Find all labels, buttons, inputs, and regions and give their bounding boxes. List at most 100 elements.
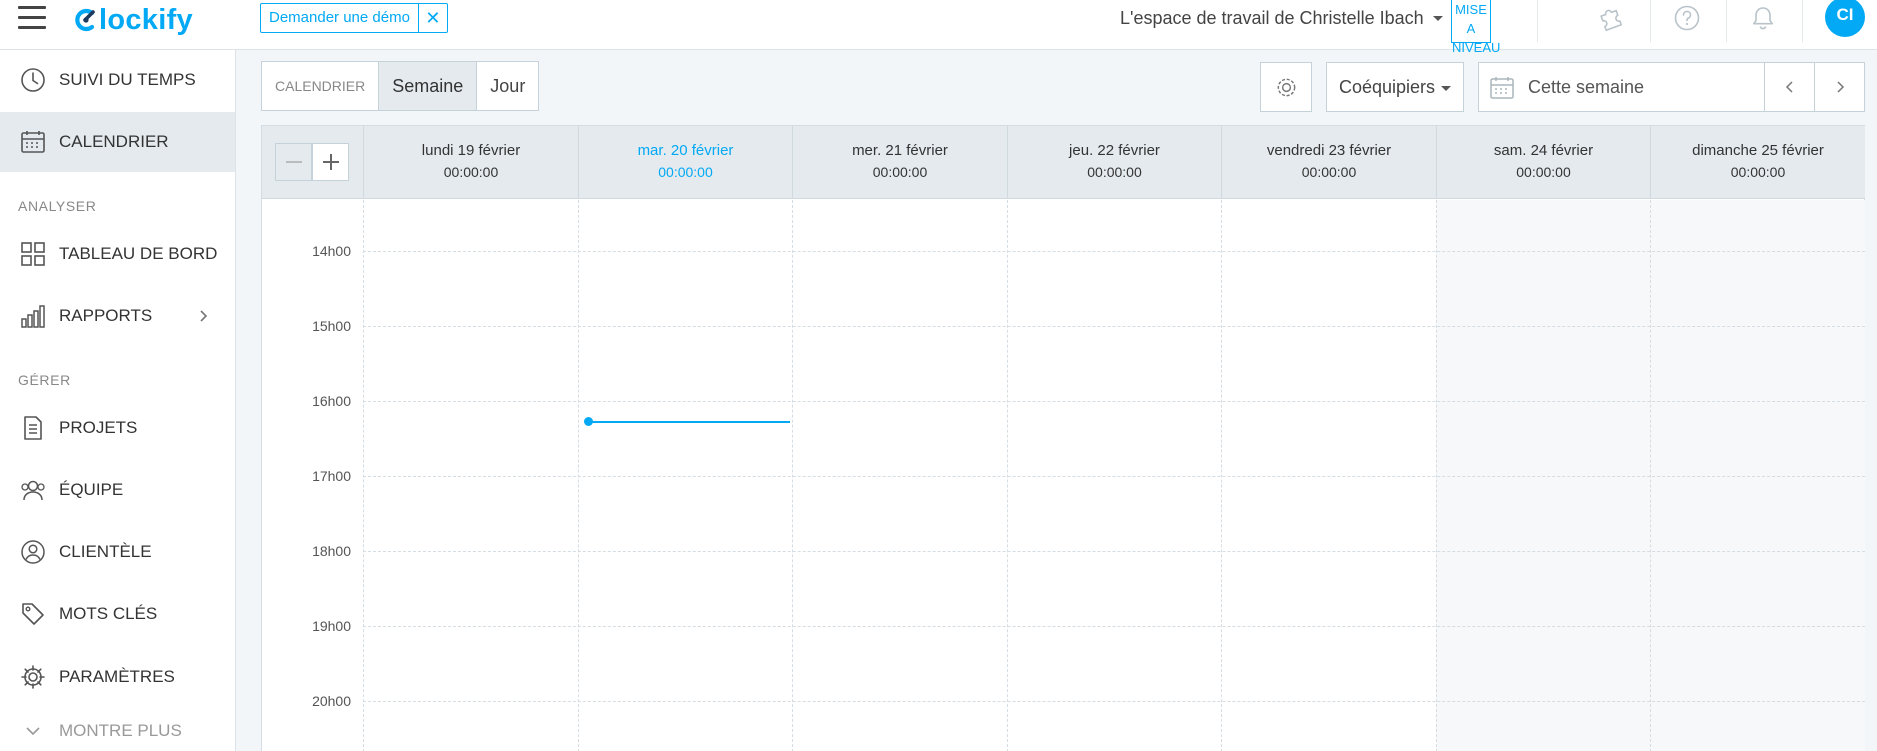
hour-gridline	[363, 401, 1865, 402]
day-name: lundi 19 février	[421, 142, 521, 159]
sidebar-item-label: RAPPORTS	[59, 306, 153, 325]
clock-icon	[21, 68, 45, 92]
upgrade-label-line2: NIVEAU	[1452, 40, 1501, 55]
day-total: 00:00:00	[1087, 164, 1142, 180]
teammates-dropdown[interactable]: Coéquipiers	[1326, 62, 1464, 112]
plus-icon	[323, 154, 339, 170]
section-label-manage: GÉRER	[18, 372, 71, 388]
sidebar: SUIVI DU TEMPS CALENDRIER ANALYSER TABLE…	[0, 50, 236, 751]
day-name: sam. 24 février	[1493, 142, 1594, 159]
upgrade-label-line1: MISE A	[1455, 2, 1487, 36]
help-icon[interactable]	[1673, 4, 1701, 32]
hour-gridline	[363, 251, 1865, 252]
zoom-controls	[275, 143, 349, 181]
logo-text: lockify	[99, 3, 193, 36]
view-week-tab[interactable]: Semaine	[379, 62, 478, 110]
hour-label: 18h00	[312, 543, 351, 559]
hour-gridline	[363, 476, 1865, 477]
zoom-out-button[interactable]	[275, 143, 312, 181]
view-calendar-tab[interactable]: CALENDRIER	[262, 62, 380, 110]
current-time-indicator	[588, 421, 790, 423]
day-name: vendredi 23 février	[1266, 142, 1392, 159]
day-header-friday: vendredi 23 février 00:00:00	[1221, 126, 1436, 199]
workspace-name: L'espace de travail de Christelle Ibach	[1120, 8, 1424, 28]
day-header-monday: lundi 19 février 00:00:00	[363, 126, 578, 199]
day-total: 00:00:00	[1301, 164, 1357, 180]
week-calendar: lundi 19 février 00:00:00 mar. 20 févrie…	[261, 125, 1865, 751]
hour-label: 17h00	[312, 468, 351, 484]
calendar-header: lundi 19 février 00:00:00 mar. 20 févrie…	[262, 126, 1865, 199]
demo-request-label: Demander une démo	[261, 4, 419, 32]
sidebar-item-clients[interactable]: CLIENTÈLE	[0, 522, 235, 582]
chevron-left-icon	[1785, 81, 1793, 93]
calendar-icon	[21, 131, 45, 153]
chevron-right-icon	[1837, 81, 1845, 93]
sidebar-item-calendar[interactable]: CALENDRIER	[0, 112, 235, 172]
day-total: 00:00:00	[1516, 164, 1571, 180]
sidebar-item-label: PARAMÈTRES	[59, 667, 175, 686]
view-day-tab[interactable]: Jour	[477, 62, 538, 110]
dashboard-icon	[21, 242, 45, 266]
previous-week-button[interactable]	[1764, 63, 1814, 111]
next-week-button[interactable]	[1814, 63, 1864, 111]
sidebar-item-label: MONTRE PLUS	[59, 721, 182, 740]
sidebar-item-label: PROJETS	[59, 418, 138, 437]
minus-icon	[286, 161, 302, 163]
hour-gridline	[363, 326, 1865, 327]
hour-label: 14h00	[312, 243, 351, 259]
section-label-analyze: ANALYSER	[18, 198, 97, 214]
sidebar-item-time-tracker[interactable]: SUIVI DU TEMPS	[0, 50, 235, 110]
calendar-icon	[1490, 77, 1514, 99]
day-name: jeu. 22 février	[1069, 142, 1160, 159]
document-icon	[24, 416, 42, 440]
view-switcher: CALENDRIER Semaine Jour	[261, 61, 540, 111]
day-total: 00:00:00	[443, 164, 499, 180]
day-header-tuesday: mar. 20 février 00:00:00	[578, 126, 792, 199]
team-icon	[21, 480, 45, 501]
puzzle-icon[interactable]	[1597, 4, 1625, 32]
hour-label: 15h00	[312, 318, 351, 334]
hamburger-menu-icon[interactable]	[18, 6, 48, 30]
sidebar-item-dashboard[interactable]: TABLEAU DE BORD	[0, 224, 235, 284]
day-header-sunday: dimanche 25 février 00:00:00	[1650, 126, 1865, 199]
sidebar-item-settings[interactable]: PARAMÈTRES	[0, 647, 235, 707]
caret-down-icon	[1432, 15, 1443, 21]
close-icon[interactable]: ✕	[419, 4, 447, 32]
sidebar-item-label: SUIVI DU TEMPS	[59, 70, 196, 89]
sidebar-item-label: ÉQUIPE	[59, 480, 124, 499]
chevron-right-icon	[200, 310, 208, 322]
gear-icon	[21, 665, 45, 689]
teammates-label: Coéquipiers	[1339, 77, 1436, 97]
hour-label: 19h00	[312, 618, 351, 634]
hour-label: 20h00	[312, 693, 351, 709]
sidebar-item-reports[interactable]: RAPPORTS	[0, 286, 235, 346]
sidebar-item-label: CLIENTÈLE	[59, 542, 152, 561]
sidebar-item-label: TABLEAU DE BORD	[59, 244, 218, 263]
day-header-wednesday: mer. 21 février 00:00:00	[792, 126, 1007, 199]
day-header-saturday: sam. 24 février 00:00:00	[1436, 126, 1650, 199]
workspace-selector[interactable]: L'espace de travail de Christelle Ibach	[1120, 3, 1443, 33]
upgrade-button[interactable]: MISE A NIVEAU	[1451, 0, 1500, 55]
caret-down-icon	[1441, 86, 1451, 91]
sidebar-item-team[interactable]: ÉQUIPE	[0, 460, 235, 520]
divider	[1537, 0, 1538, 42]
user-avatar[interactable]: CI	[1825, 0, 1865, 37]
sidebar-item-tags[interactable]: MOTS CLÉS	[0, 584, 235, 644]
demo-request-button[interactable]: Demander une démo ✕	[260, 3, 448, 33]
clockify-logo[interactable]: lockify	[73, 3, 193, 37]
sidebar-item-projects[interactable]: PROJETS	[0, 398, 235, 458]
day-header-thursday: jeu. 22 février 00:00:00	[1007, 126, 1221, 199]
zoom-in-button[interactable]	[312, 143, 349, 181]
hour-gridline	[363, 701, 1865, 702]
bell-icon[interactable]	[1749, 4, 1777, 32]
divider	[1726, 0, 1727, 42]
hour-gridline	[363, 551, 1865, 552]
day-total: 00:00:00	[872, 164, 928, 180]
sidebar-show-more[interactable]: MONTRE PLUS	[0, 713, 235, 749]
day-name: mer. 21 février	[852, 142, 948, 159]
day-total: 00:00:00	[658, 164, 713, 180]
calendar-settings-button[interactable]	[1260, 62, 1312, 112]
date-range-picker[interactable]: Cette semaine	[1478, 62, 1865, 112]
hour-label: 16h00	[312, 393, 351, 409]
chevron-down-icon	[26, 727, 40, 736]
